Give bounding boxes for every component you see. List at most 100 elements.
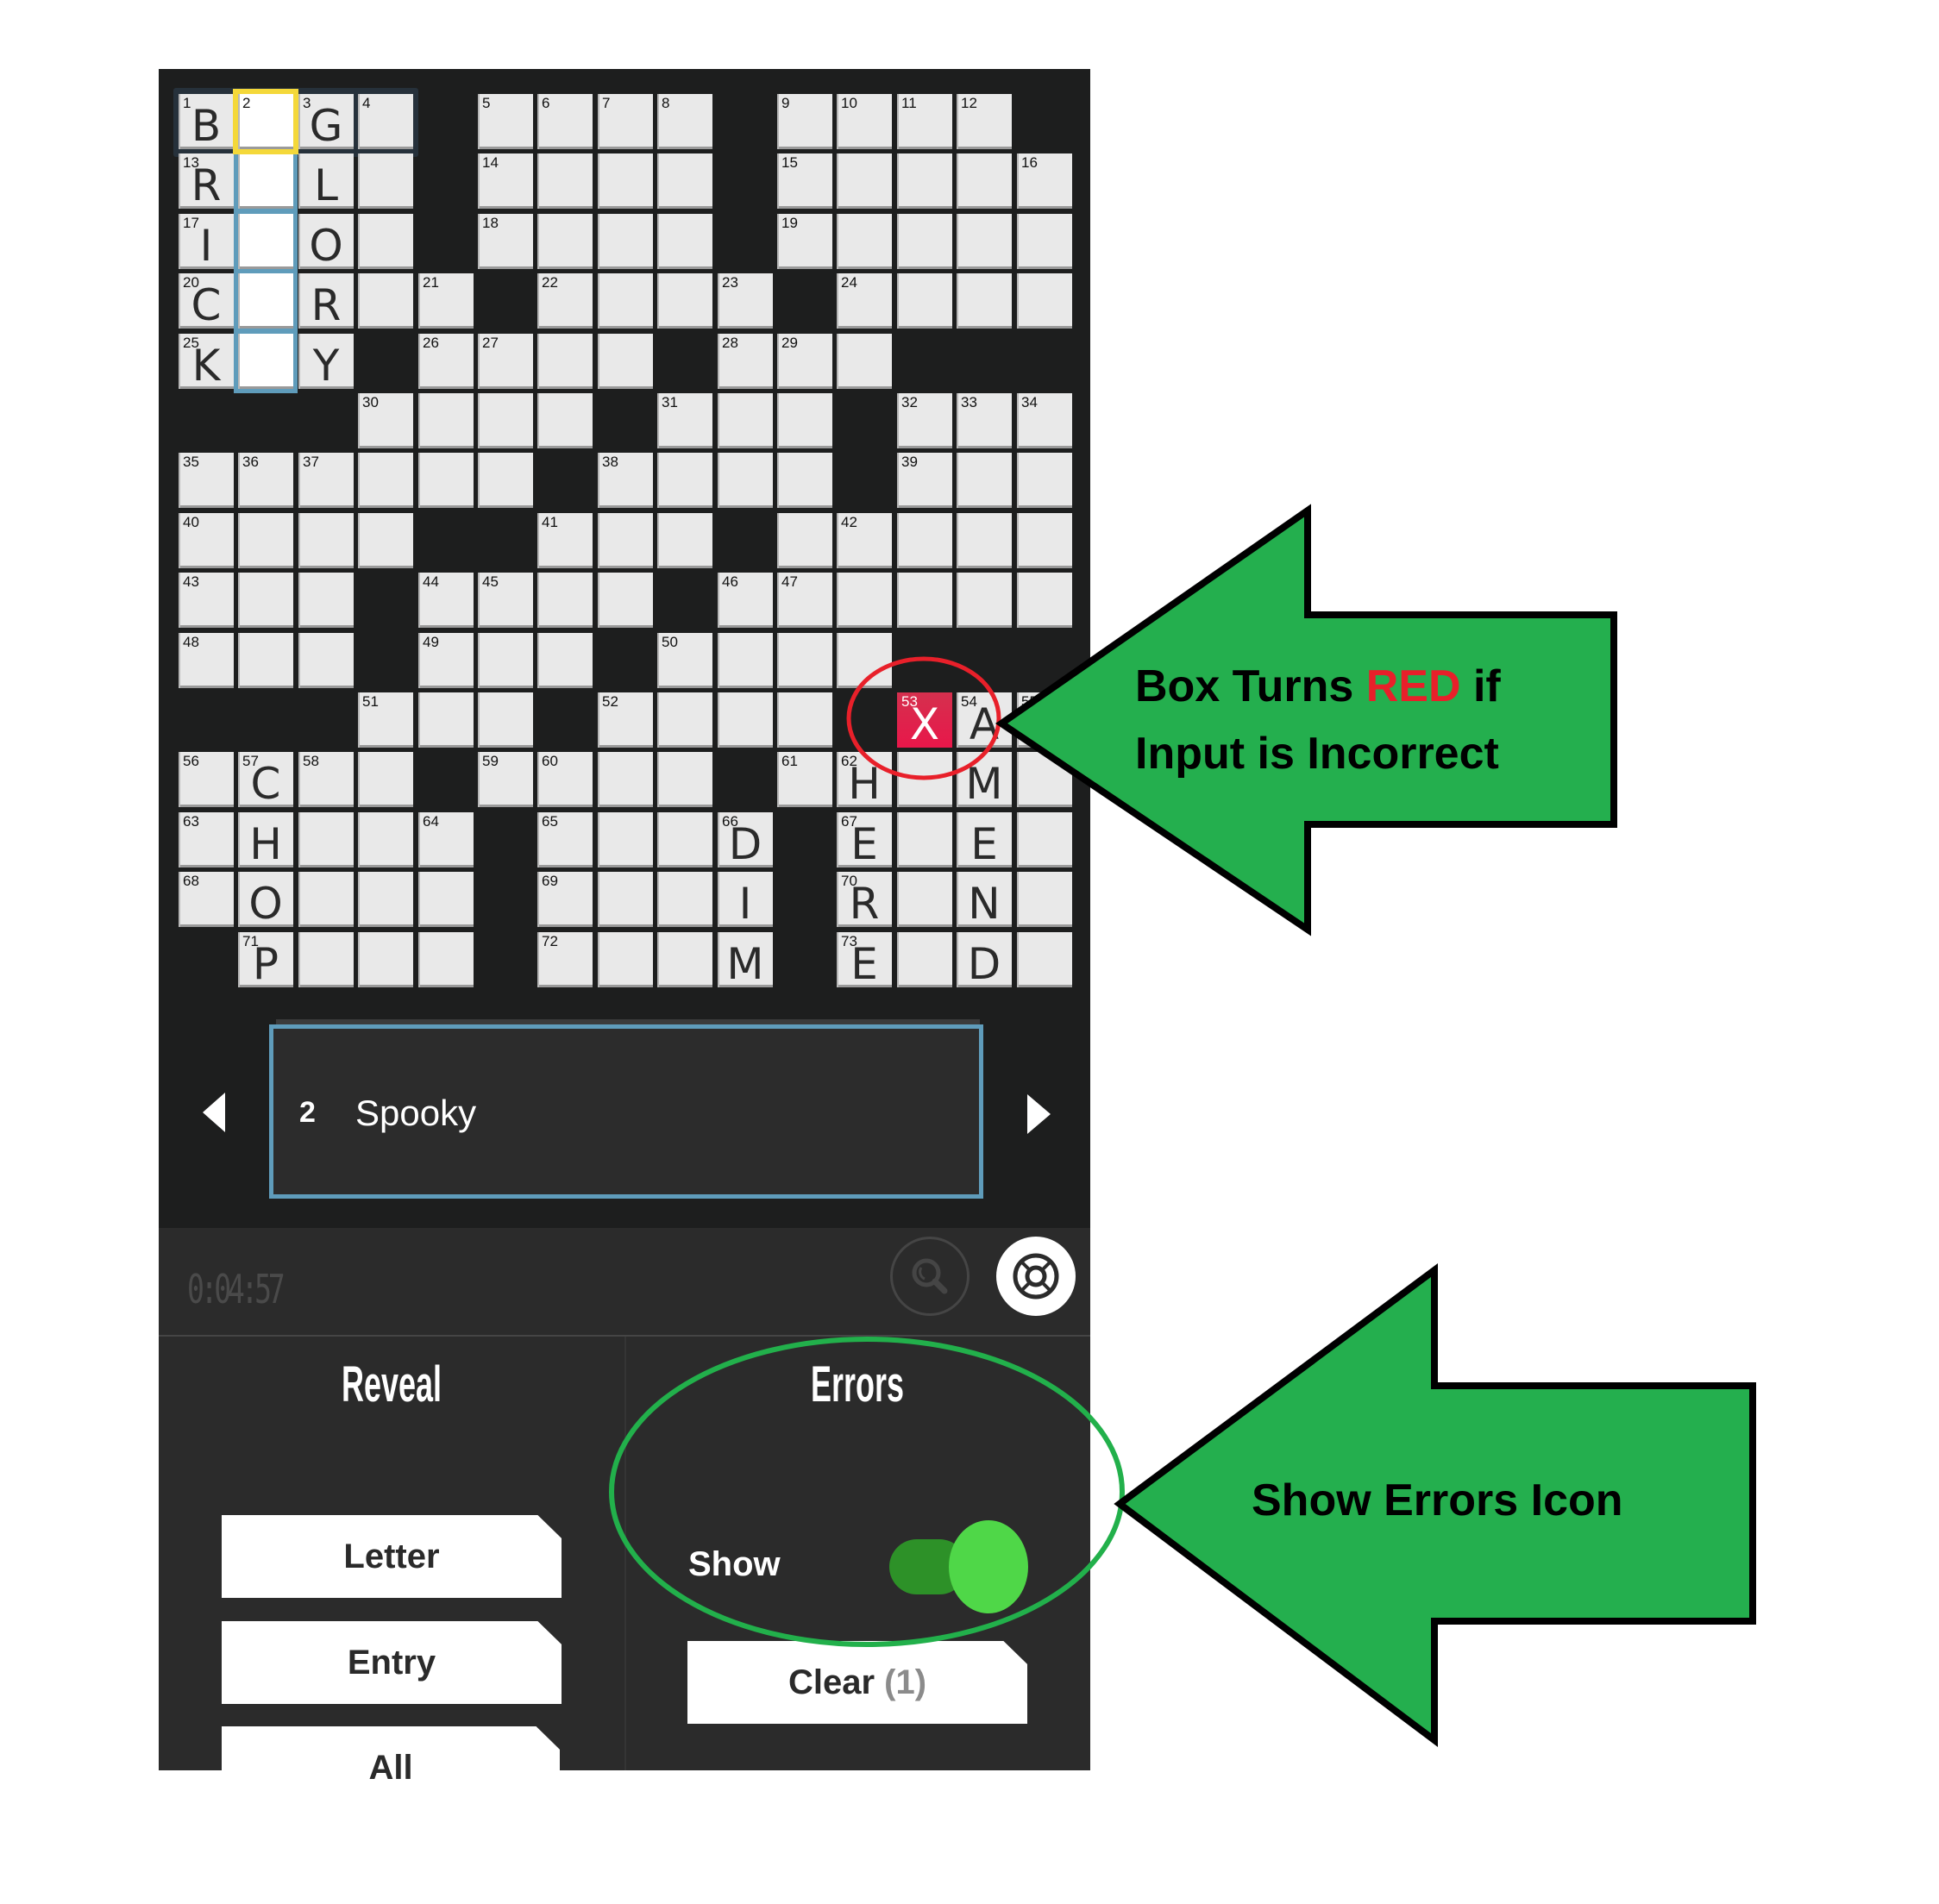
grid-cell[interactable] <box>897 214 952 269</box>
grid-cell[interactable] <box>897 573 952 628</box>
grid-cell[interactable] <box>957 453 1012 508</box>
grid-cell[interactable] <box>957 573 1012 628</box>
grid-cell[interactable] <box>358 872 413 927</box>
grid-cell[interactable] <box>897 812 952 867</box>
grid-cell[interactable]: 3G <box>298 94 354 149</box>
grid-cell[interactable]: 49 <box>418 633 474 688</box>
grid-cell[interactable]: 72 <box>537 932 593 987</box>
grid-cell[interactable]: 60 <box>537 752 593 807</box>
grid-cell[interactable] <box>897 153 952 209</box>
grid-cell[interactable] <box>837 334 892 389</box>
grid-cell[interactable]: 54 A <box>957 692 1012 748</box>
grid-cell[interactable]: 61 <box>777 752 832 807</box>
grid-cell[interactable] <box>298 513 354 568</box>
grid-cell[interactable] <box>1017 812 1072 867</box>
grid-cell[interactable]: 1B <box>179 94 234 149</box>
grid-cell[interactable] <box>238 633 293 688</box>
grid-cell[interactable] <box>897 752 952 807</box>
grid-cell[interactable] <box>657 752 712 807</box>
grid-cell[interactable] <box>718 393 773 448</box>
grid-cell[interactable] <box>537 633 593 688</box>
grid-cell[interactable]: 66 D <box>718 812 773 867</box>
grid-cell[interactable]: 58 <box>298 752 354 807</box>
grid-cell[interactable]: 73 E <box>837 932 892 987</box>
grid-cell[interactable] <box>657 214 712 269</box>
grid-cell[interactable] <box>298 812 354 867</box>
grid-cell[interactable]: 37 <box>298 453 354 508</box>
grid-cell[interactable] <box>837 633 892 688</box>
grid-cell[interactable]: 22 <box>537 273 593 329</box>
grid-cell[interactable]: 20 C <box>179 273 234 329</box>
grid-cell[interactable]: 42 <box>837 513 892 568</box>
grid-cell[interactable]: 18 <box>478 214 533 269</box>
grid-cell[interactable]: 13 R <box>179 153 234 209</box>
grid-cell[interactable]: 27 <box>478 334 533 389</box>
grid-cell[interactable] <box>837 573 892 628</box>
grid-cell[interactable]: 15 <box>777 153 832 209</box>
grid-cell[interactable] <box>418 692 474 748</box>
grid-cell[interactable]: N <box>957 872 1012 927</box>
reveal-all-button[interactable]: All <box>222 1726 560 1809</box>
reveal-entry-button[interactable]: Entry <box>222 1621 562 1704</box>
grid-cell[interactable] <box>537 393 593 448</box>
grid-cell[interactable] <box>478 692 533 748</box>
grid-cell[interactable] <box>777 692 832 748</box>
grid-cell[interactable]: O <box>238 872 293 927</box>
grid-cell[interactable]: 14 <box>478 153 533 209</box>
grid-cell[interactable]: 30 <box>358 393 413 448</box>
grid-cell[interactable]: 40 <box>179 513 234 568</box>
grid-cell[interactable]: 33 <box>957 393 1012 448</box>
grid-cell[interactable]: 31 <box>657 393 712 448</box>
grid-cell[interactable]: 29 <box>777 334 832 389</box>
grid-cell[interactable]: 70 R <box>837 872 892 927</box>
grid-cell[interactable]: Y <box>298 334 354 389</box>
grid-cell[interactable]: 5 <box>478 94 533 149</box>
grid-cell[interactable] <box>234 149 298 213</box>
grid-cell[interactable] <box>1017 872 1072 927</box>
next-clue-button[interactable] <box>1027 1094 1051 1134</box>
grid-cell[interactable]: 71 P <box>238 932 293 987</box>
grid-cell[interactable]: 19 <box>777 214 832 269</box>
grid-cell[interactable] <box>598 214 653 269</box>
grid-cell[interactable] <box>598 273 653 329</box>
grid-cell[interactable]: 67 E <box>837 812 892 867</box>
grid-cell[interactable] <box>897 932 952 987</box>
grid-cell[interactable]: 25 K <box>179 334 234 389</box>
grid-cell[interactable] <box>897 872 952 927</box>
grid-cell[interactable] <box>1017 573 1072 628</box>
grid-cell[interactable]: 57 C <box>238 752 293 807</box>
grid-cell[interactable] <box>298 573 354 628</box>
grid-cell[interactable]: 55 <box>1017 692 1072 748</box>
grid-cell[interactable]: 69 <box>537 872 593 927</box>
grid-cell[interactable]: 51 <box>358 692 413 748</box>
grid-cell[interactable] <box>657 812 712 867</box>
grid-cell[interactable]: 23 <box>718 273 773 329</box>
grid-cell[interactable]: 52 <box>598 692 653 748</box>
grid-cell[interactable] <box>718 453 773 508</box>
grid-cell[interactable] <box>1017 932 1072 987</box>
grid-cell[interactable] <box>957 513 1012 568</box>
grid-cell[interactable]: 35 <box>179 453 234 508</box>
grid-cell[interactable] <box>358 453 413 508</box>
grid-cell[interactable] <box>418 453 474 508</box>
grid-cell[interactable] <box>657 513 712 568</box>
grid-cell[interactable]: 12 <box>957 94 1012 149</box>
previous-clue-button[interactable] <box>203 1093 225 1132</box>
grid-cell[interactable]: 59 <box>478 752 533 807</box>
grid-cell[interactable] <box>298 872 354 927</box>
grid-cell[interactable]: 9 <box>777 94 832 149</box>
grid-cell[interactable] <box>537 153 593 209</box>
grid-cell[interactable] <box>598 932 653 987</box>
grid-cell[interactable]: 8 <box>657 94 712 149</box>
grid-cell[interactable]: R <box>298 273 354 329</box>
grid-cell[interactable] <box>537 334 593 389</box>
grid-cell[interactable]: 32 <box>897 393 952 448</box>
clear-errors-button[interactable]: Clear (1) <box>687 1641 1027 1724</box>
grid-cell[interactable] <box>598 573 653 628</box>
grid-cell[interactable]: 50 <box>657 633 712 688</box>
error-cell[interactable]: 53 X <box>897 692 952 748</box>
grid-cell[interactable] <box>358 214 413 269</box>
grid-cell[interactable] <box>777 393 832 448</box>
grid-cell[interactable]: 17 I <box>179 214 234 269</box>
grid-cell[interactable]: 28 <box>718 334 773 389</box>
